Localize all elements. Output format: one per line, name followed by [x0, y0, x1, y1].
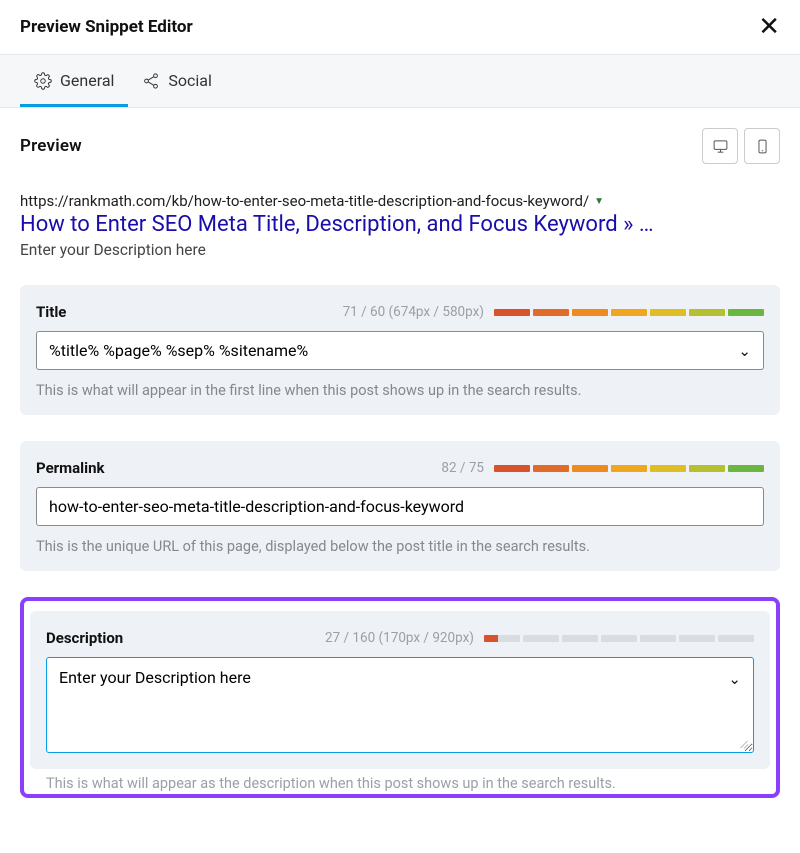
chevron-down-icon[interactable]: ⌄ — [728, 670, 741, 688]
tab-general-label: General — [60, 71, 114, 90]
title-input[interactable] — [49, 341, 738, 360]
tab-general[interactable]: General — [20, 55, 128, 107]
title-counter: 71 / 60 (674px / 580px) — [343, 304, 484, 320]
description-input[interactable] — [59, 668, 713, 738]
preview-title: How to Enter SEO Meta Title, Description… — [20, 212, 780, 237]
title-label: Title — [36, 303, 66, 321]
permalink-meter — [494, 465, 764, 472]
preview-label: Preview — [20, 136, 82, 156]
permalink-label: Permalink — [36, 459, 105, 477]
preview-description: Enter your Description here — [20, 241, 780, 259]
description-meter — [484, 635, 754, 642]
title-helper: This is what will appear in the first li… — [36, 382, 764, 399]
permalink-input[interactable] — [49, 497, 751, 516]
caret-down-icon[interactable]: ▼ — [594, 196, 604, 207]
description-label: Description — [46, 629, 123, 647]
tab-social-label: Social — [168, 71, 211, 90]
resize-handle-icon[interactable] — [739, 738, 749, 748]
device-toggle — [702, 128, 780, 164]
description-card: Description 27 / 160 (170px / 920px) — [30, 611, 770, 769]
title-field[interactable]: ⌄ — [36, 331, 764, 370]
chevron-down-icon[interactable]: ⌄ — [738, 342, 751, 360]
share-icon — [142, 72, 160, 90]
permalink-card: Permalink 82 / 75 This is the unique URL… — [20, 441, 780, 571]
preview-url: https://rankmath.com/kb/how-to-enter-seo… — [20, 192, 589, 210]
close-icon[interactable]: ✕ — [758, 14, 780, 40]
editor-header: Preview Snippet Editor ✕ — [0, 0, 800, 54]
permalink-counter: 82 / 75 — [441, 460, 484, 476]
permalink-field[interactable] — [36, 487, 764, 526]
tab-bar: General Social — [0, 54, 800, 108]
description-highlight: Description 27 / 160 (170px / 920px) — [20, 597, 780, 798]
title-meter — [494, 309, 764, 316]
description-field[interactable]: ⌄ — [46, 657, 754, 753]
permalink-helper: This is the unique URL of this page, dis… — [36, 538, 764, 555]
page-title: Preview Snippet Editor — [20, 17, 193, 37]
description-counter: 27 / 160 (170px / 920px) — [325, 630, 474, 646]
mobile-icon — [754, 138, 771, 155]
desktop-preview-button[interactable] — [702, 128, 738, 164]
title-card: Title 71 / 60 (674px / 580px) ⌄ This is … — [20, 285, 780, 415]
tab-social[interactable]: Social — [128, 55, 225, 107]
description-helper: This is what will appear as the descript… — [30, 769, 770, 792]
gear-icon — [34, 72, 52, 90]
desktop-icon — [712, 138, 729, 155]
serp-preview: https://rankmath.com/kb/how-to-enter-seo… — [20, 192, 780, 259]
mobile-preview-button[interactable] — [744, 128, 780, 164]
